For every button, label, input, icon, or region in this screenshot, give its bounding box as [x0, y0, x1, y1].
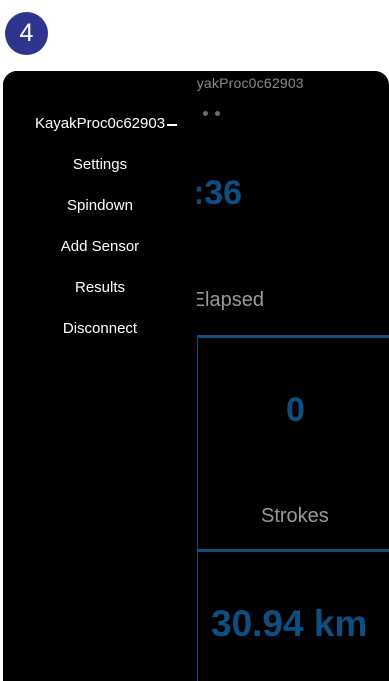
- phone-screen: : KayakProc0c62903 1:36 e Elapsed / 0 St…: [3, 71, 389, 681]
- distance-value: 30.94 km: [211, 603, 368, 644]
- step-number: 4: [19, 19, 34, 47]
- drawer-header-underline: [167, 124, 177, 126]
- drawer-item-disconnect[interactable]: Disconnect: [3, 320, 197, 337]
- strokes-value: 0: [286, 391, 305, 429]
- drawer-item-add-sensor[interactable]: Add Sensor: [3, 238, 197, 255]
- step-number-badge: 4: [5, 12, 48, 55]
- side-drawer-menu: KayakProc0c62903 Settings Spindown Add S…: [3, 71, 197, 681]
- drawer-item-settings[interactable]: Settings: [3, 156, 197, 173]
- strokes-label: Strokes: [261, 505, 329, 527]
- drawer-item-spindown[interactable]: Spindown: [3, 197, 197, 214]
- drawer-item-results[interactable]: Results: [3, 279, 197, 296]
